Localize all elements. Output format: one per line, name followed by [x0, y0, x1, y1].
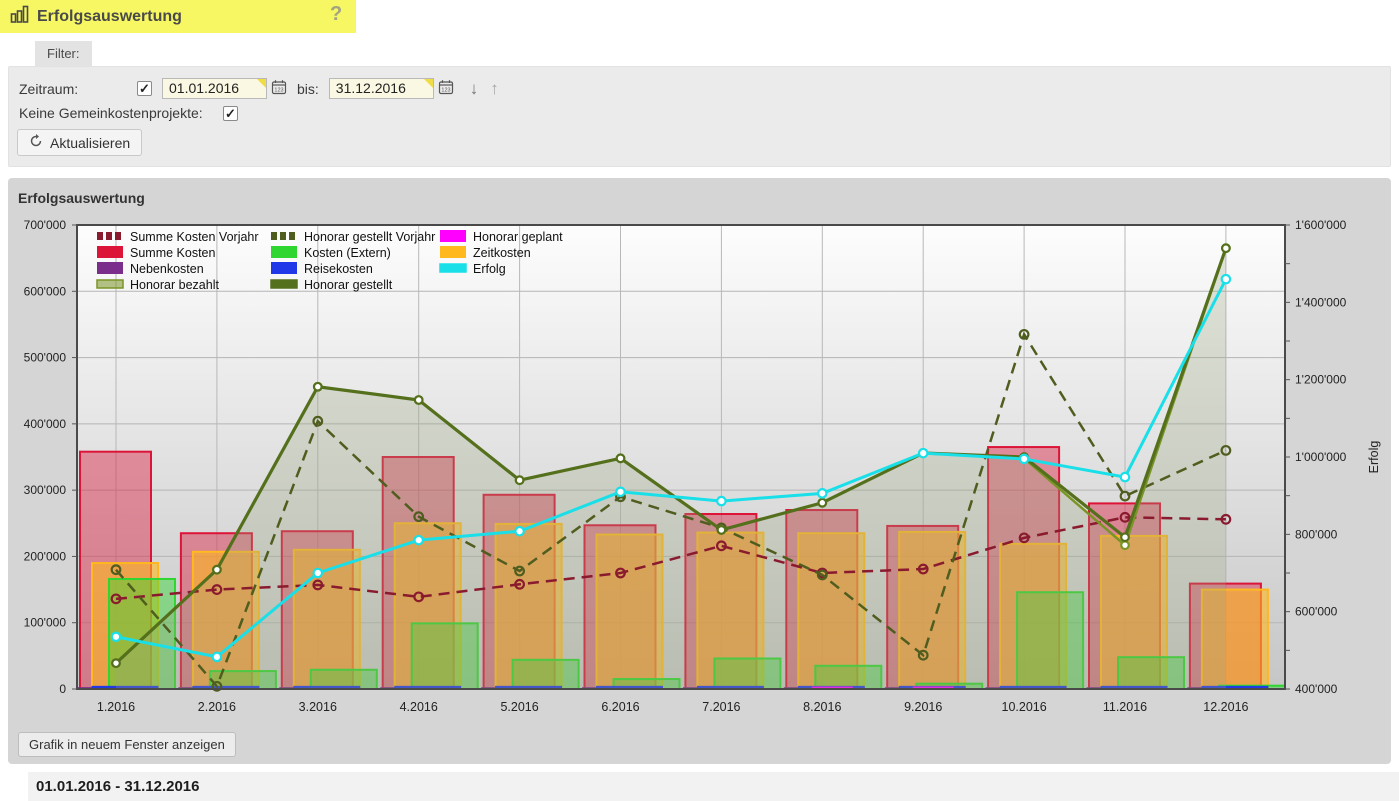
svg-text:123: 123: [441, 87, 450, 93]
svg-text:10.2016: 10.2016: [1002, 700, 1047, 714]
legend-swatch: [440, 264, 466, 272]
svg-text:4.2016: 4.2016: [400, 700, 438, 714]
chart-panel: 0 100'000 200'000 300'000 400'000 500'000 600'…: [8, 178, 1391, 764]
zeitraum-checkbox[interactable]: ✓: [137, 81, 152, 96]
svg-text:1'600'000: 1'600'000: [1295, 218, 1347, 232]
bar-chart-icon: [10, 5, 29, 29]
svg-text:3.2016: 3.2016: [299, 700, 337, 714]
svg-text:700'000: 700'000: [24, 218, 67, 232]
aktualisieren-button[interactable]: Aktualisieren: [17, 129, 142, 156]
svg-text:8.2016: 8.2016: [803, 700, 841, 714]
svg-text:1'000'000: 1'000'000: [1295, 450, 1347, 464]
keine-gemeinkosten-label: Keine Gemeinkostenprojekte:: [19, 105, 223, 121]
legend-swatch: [271, 262, 297, 274]
date-corner-marker: [424, 79, 433, 88]
svg-text:200'000: 200'000: [24, 549, 67, 563]
open-in-new-window-button[interactable]: Grafik in neuem Fenster anzeigen: [18, 732, 236, 757]
legend-swatch: [97, 262, 123, 274]
refresh-icon: [29, 134, 43, 151]
filter-tab[interactable]: Filter:: [35, 41, 92, 69]
footer-strip: 01.01.2016 - 31.12.2016: [28, 772, 1399, 801]
chart-title: Erfolgsauswertung: [18, 190, 145, 206]
date-corner-marker: [257, 79, 266, 88]
right-axis: 400'000 600'000 800'000 1'000'000 1'200'000 1…: [1285, 218, 1381, 696]
calendar-icon[interactable]: 123: [271, 79, 287, 98]
svg-text:0: 0: [59, 682, 66, 696]
svg-text:2.2016: 2.2016: [198, 700, 236, 714]
zeitraum-row: Zeitraum: ✓ 01.01.2016 123 bis:: [19, 78, 499, 99]
svg-text:9.2016: 9.2016: [904, 700, 942, 714]
svg-text:6.2016: 6.2016: [601, 700, 639, 714]
legend-swatch: [97, 280, 123, 288]
svg-text:600'000: 600'000: [24, 284, 67, 298]
legend-label: Honorar gestellt: [304, 278, 393, 292]
legend-swatch: [440, 230, 466, 242]
keine-gemeinkosten-checkbox[interactable]: ✓: [223, 106, 238, 121]
legend-swatch: [440, 246, 466, 258]
svg-text:1'200'000: 1'200'000: [1295, 373, 1347, 387]
gemeinkosten-row: Keine Gemeinkostenprojekte: ✓: [19, 105, 238, 121]
help-icon[interactable]: ?: [330, 3, 342, 26]
legend-label: Summe Kosten Vorjahr: [130, 230, 259, 244]
left-axis: 0 100'000 200'000 300'000 400'000 500'000 600'…: [24, 218, 77, 696]
svg-text:11.2016: 11.2016: [1103, 700, 1147, 714]
legend-label: Honorar gestellt Vorjahr: [304, 230, 435, 244]
date-to-input[interactable]: 31.12.2016: [329, 78, 434, 99]
sort-down-icon[interactable]: ↓: [470, 80, 479, 97]
legend-swatch: [271, 280, 297, 288]
svg-text:5.2016: 5.2016: [500, 700, 538, 714]
calendar-icon[interactable]: 123: [438, 79, 454, 98]
legend-label: Honorar geplant: [473, 230, 563, 244]
legend-label: Erfolg: [473, 262, 506, 276]
x-axis: 1.2016 2.2016 3.2016 4.2016 5.2016 6.2016 7.20…: [97, 700, 1249, 714]
legend-swatch: [97, 246, 123, 258]
zeitraum-label: Zeitraum:: [19, 81, 137, 97]
svg-text:123: 123: [274, 87, 283, 93]
legend-label: Summe Kosten: [130, 246, 216, 260]
legend-swatch: [271, 246, 297, 258]
svg-text:7.2016: 7.2016: [702, 700, 740, 714]
right-axis-title: Erfolg: [1367, 441, 1381, 474]
erfolgsauswertung-chart: 0 100'000 200'000 300'000 400'000 500'000 600'…: [8, 178, 1391, 728]
legend-label: Honorar bezahlt: [130, 278, 219, 292]
svg-text:500'000: 500'000: [24, 351, 67, 365]
legend-label: Nebenkosten: [130, 262, 204, 276]
svg-text:400'000: 400'000: [24, 417, 67, 431]
date-from-input[interactable]: 01.01.2016: [162, 78, 267, 99]
svg-text:1'400'000: 1'400'000: [1295, 295, 1347, 309]
bis-label: bis:: [297, 81, 319, 97]
svg-text:400'000: 400'000: [1295, 682, 1338, 696]
page-title: Erfolgsauswertung: [37, 8, 182, 26]
legend-label: Reisekosten: [304, 262, 373, 276]
svg-text:800'000: 800'000: [1295, 527, 1338, 541]
app-header: Erfolgsauswertung ?: [0, 0, 356, 33]
svg-text:1.2016: 1.2016: [97, 700, 135, 714]
legend-label: Zeitkosten: [473, 246, 531, 260]
svg-text:300'000: 300'000: [24, 483, 67, 497]
date-range-heading: 01.01.2016 - 31.12.2016: [28, 772, 1399, 801]
svg-text:600'000: 600'000: [1295, 605, 1338, 619]
legend-label: Kosten (Extern): [304, 246, 391, 260]
filter-panel: Zeitraum: ✓ 01.01.2016 123 bis:: [8, 66, 1391, 167]
svg-text:100'000: 100'000: [24, 616, 67, 630]
svg-text:12.2016: 12.2016: [1203, 700, 1248, 714]
sort-up-icon[interactable]: ↑: [490, 80, 499, 97]
